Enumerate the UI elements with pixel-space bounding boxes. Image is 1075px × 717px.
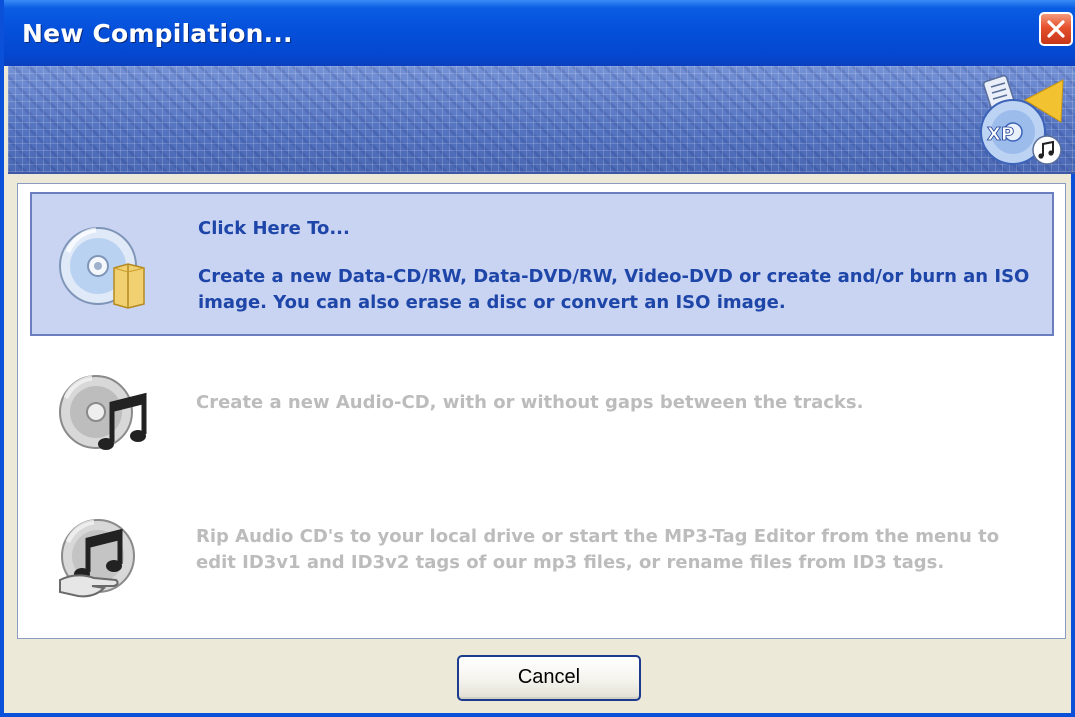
option-description: Create a new Data-CD/RW, Data-DVD/RW, Vi…	[198, 266, 1030, 313]
option-heading: Click Here To...	[198, 218, 350, 239]
cancel-button[interactable]: Cancel	[457, 655, 641, 701]
option-audio-cd[interactable]: Create a new Audio-CD, with or without g…	[30, 354, 1054, 464]
app-logo-icon: XP	[980, 75, 1064, 165]
audio-cd-icon	[59, 375, 147, 450]
rip-audio-icon	[59, 519, 135, 598]
option-description: Create a new Audio-CD, with or without g…	[196, 392, 864, 413]
close-icon	[1047, 20, 1065, 38]
header-banner: XP	[8, 66, 1075, 174]
option-rip-audio[interactable]: Rip Audio CD's to your local drive or st…	[30, 484, 1054, 624]
close-button[interactable]	[1039, 12, 1073, 46]
option-description: Rip Audio CD's to your local drive or st…	[196, 526, 1000, 573]
svg-text:XP: XP	[987, 124, 1014, 145]
option-data-disc[interactable]: Click Here To... Create a new Data-CD/RW…	[30, 192, 1054, 336]
window-title: New Compilation...	[22, 19, 293, 48]
dialog-window: New Compilation... XP Click Here To... C…	[0, 0, 1075, 717]
title-bar[interactable]: New Compilation...	[4, 0, 1075, 66]
options-panel: Click Here To... Create a new Data-CD/RW…	[17, 183, 1066, 639]
data-disc-icon	[59, 227, 145, 309]
